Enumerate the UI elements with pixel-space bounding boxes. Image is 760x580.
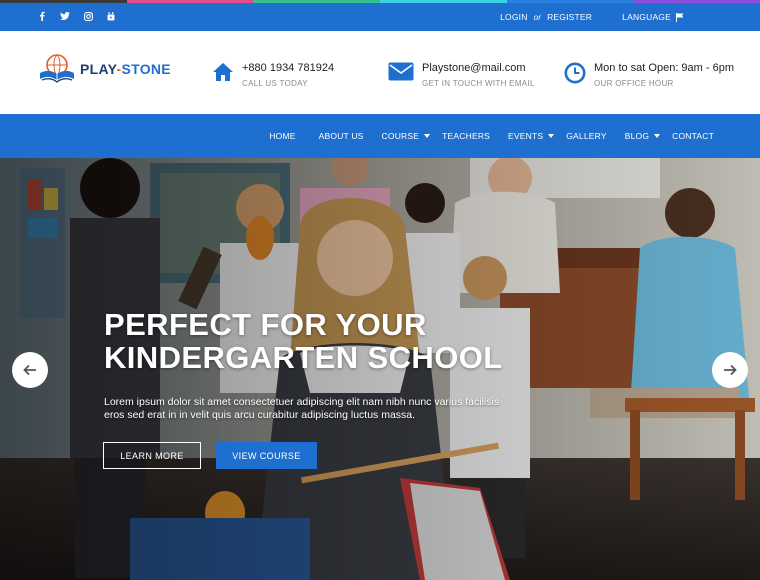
register-link[interactable]: REGISTER — [547, 12, 592, 22]
slider-prev-button[interactable] — [12, 352, 48, 388]
nav-item-events[interactable]: EVENTS — [508, 131, 555, 141]
home-icon — [213, 63, 233, 81]
phone-caption: CALL US TODAY — [242, 79, 308, 88]
phone-info: +880 1934 781924 CALL US TODAY — [212, 62, 334, 88]
nav-item-blog[interactable]: BLOG — [624, 131, 661, 141]
top-bar: LOGIN or REGISTER LANGUAGE — [0, 0, 760, 31]
nav-item-about-us[interactable]: ABOUT US — [319, 131, 364, 141]
nav-item-course[interactable]: COURSE — [382, 131, 431, 141]
instagram-icon[interactable] — [82, 10, 94, 22]
hero-title-line2: KINDERGARTEN SCHOOL — [104, 340, 503, 375]
hours-caption: OUR OFFICE HOUR — [594, 79, 674, 88]
arrow-left-icon — [23, 364, 36, 376]
book-globe-logo-icon — [40, 54, 74, 83]
logo-text-part2: STONE — [121, 61, 171, 77]
hero-title: PERFECT FOR YOUR KINDERGARTEN SCHOOL — [104, 308, 503, 374]
youtube-icon[interactable] — [105, 10, 117, 22]
hero-description: Lorem ipsum dolor sit amet consectetuer … — [104, 396, 500, 421]
facebook-icon[interactable] — [36, 10, 48, 22]
account-links: LOGIN or REGISTER LANGUAGE — [500, 12, 684, 22]
site-header: PLAY-STONE +880 1934 781924 CALL US TODA… — [0, 31, 760, 114]
nav-course-label: COURSE — [381, 131, 420, 141]
nav-contact-label: CONTACT — [672, 131, 714, 141]
chevron-down-icon — [548, 134, 555, 138]
login-link[interactable]: LOGIN — [500, 12, 527, 22]
main-navigation: HOME ABOUT US COURSE TEACHERS EVENTS GAL… — [0, 114, 760, 158]
learn-more-button[interactable]: LEARN MORE — [103, 442, 201, 469]
hours-info: Mon to sat Open: 9am - 6pm OUR OFFICE HO… — [564, 62, 734, 88]
email-address[interactable]: Playstone@mail.com — [422, 62, 535, 74]
nav-item-home[interactable]: HOME — [269, 131, 295, 141]
nav-events-label: EVENTS — [508, 131, 544, 141]
nav-item-contact[interactable]: CONTACT — [672, 131, 714, 141]
nav-home-label: HOME — [269, 131, 296, 141]
nav-about-label: ABOUT US — [318, 131, 364, 141]
envelope-icon — [388, 62, 414, 81]
clock-icon — [564, 62, 586, 84]
email-caption: GET IN TOUCH WITH EMAIL — [422, 79, 535, 88]
logo-text: PLAY-STONE — [80, 61, 171, 77]
nav-item-gallery[interactable]: GALLERY — [566, 131, 606, 141]
flag-icon — [676, 12, 684, 22]
chevron-down-icon — [424, 134, 431, 138]
nav-teachers-label: TEACHERS — [442, 131, 491, 141]
nav-item-teachers[interactable]: TEACHERS — [442, 131, 490, 141]
hero-slider: PERFECT FOR YOUR KINDERGARTEN SCHOOL Lor… — [0, 158, 760, 580]
view-course-button[interactable]: VIEW COURSE — [216, 442, 317, 469]
twitter-icon[interactable] — [59, 10, 71, 22]
arrow-right-icon — [724, 364, 737, 376]
nav-blog-label: BLOG — [624, 131, 650, 141]
color-strip — [0, 0, 760, 3]
office-hours: Mon to sat Open: 9am - 6pm — [594, 62, 735, 74]
chevron-down-icon — [654, 134, 661, 138]
nav-gallery-label: GALLERY — [566, 131, 607, 141]
slider-next-button[interactable] — [712, 352, 748, 388]
social-links — [36, 10, 117, 22]
hero-title-line1: PERFECT FOR YOUR — [104, 307, 427, 342]
email-info: Playstone@mail.com GET IN TOUCH WITH EMA… — [388, 62, 535, 88]
language-label: LANGUAGE — [622, 12, 671, 22]
logo-text-part1: PLAY — [80, 61, 117, 77]
phone-number[interactable]: +880 1934 781924 — [242, 62, 334, 74]
or-separator: or — [533, 12, 542, 22]
site-logo[interactable]: PLAY-STONE — [38, 53, 171, 85]
language-selector[interactable]: LANGUAGE — [622, 12, 684, 22]
